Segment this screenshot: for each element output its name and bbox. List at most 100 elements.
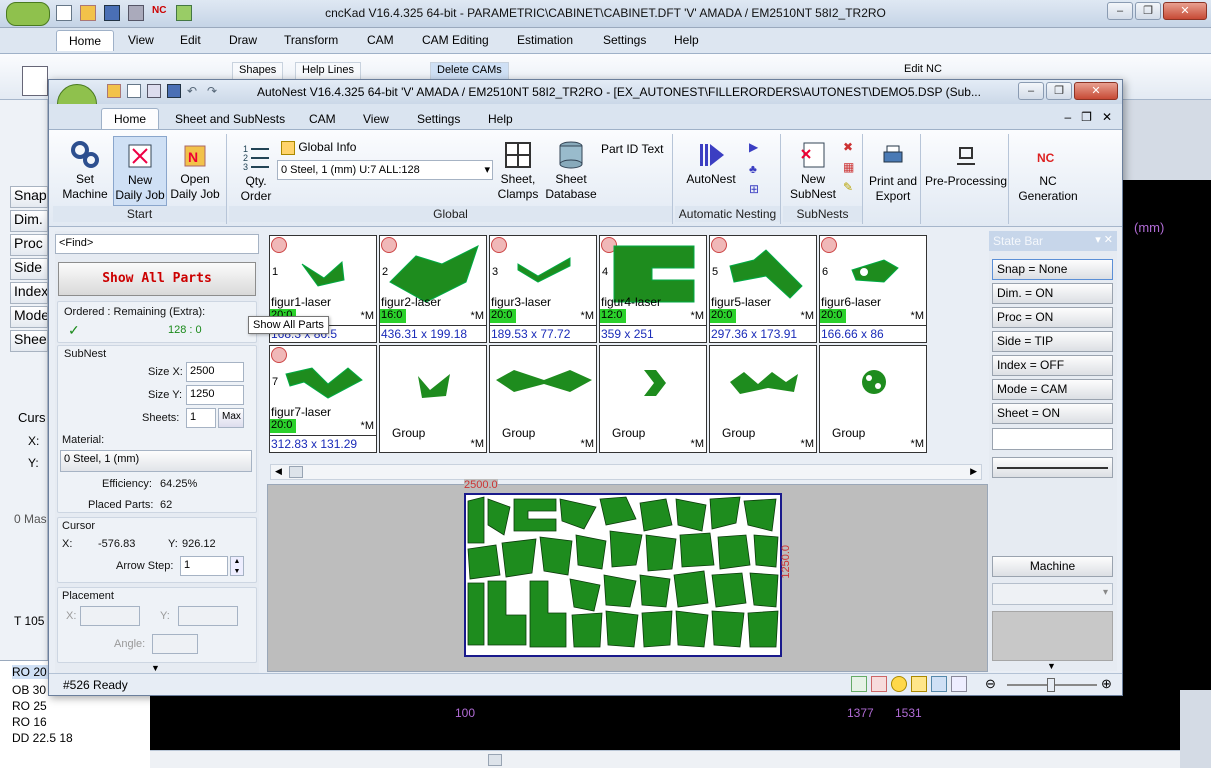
delete-cams-button[interactable]: Delete CAMs	[430, 62, 509, 80]
state-mode-button[interactable]: Mode = CAM	[992, 379, 1113, 400]
part-card[interactable]: 4 figur4-laser 12:0 *M 359 x 251	[599, 235, 707, 343]
part-card[interactable]: 2 figur2-laser 16:0 *M 436.31 x 199.18	[379, 235, 487, 343]
placement-y-input[interactable]	[178, 606, 238, 626]
material-select[interactable]: 0 Steel, 1 (mm) U:7 ALL:128 ▾	[277, 160, 493, 180]
placement-x-input[interactable]	[80, 606, 140, 626]
mdi-restore-icon[interactable]: ❐	[1081, 110, 1092, 124]
new-document-icon[interactable]	[22, 66, 48, 96]
save-icon[interactable]	[167, 84, 181, 98]
close-icon[interactable]: ✕	[1074, 82, 1118, 100]
group-card[interactable]: Group *M	[709, 345, 817, 453]
sheets-input[interactable]: 1	[186, 408, 216, 428]
list-item[interactable]: DD 22.5 18	[12, 731, 73, 745]
state-scroll-down-icon[interactable]: ▼	[1047, 661, 1056, 671]
machine-select[interactable]: ▾	[992, 583, 1113, 605]
zoom-in-icon[interactable]: ⊕	[1101, 676, 1112, 692]
scroll-right-icon[interactable]: ▶	[970, 466, 977, 477]
delete-subnest-icon[interactable]: ✖	[843, 140, 853, 154]
placement-angle-input[interactable]	[152, 634, 198, 654]
pre-processing-button[interactable]: Pre-Processing	[923, 142, 1009, 189]
step-icon[interactable]: ♣	[749, 162, 757, 176]
outer-tab-cam[interactable]: CAM	[367, 33, 394, 47]
restore-icon[interactable]: ❐	[1046, 82, 1072, 100]
undo-icon[interactable]: ↶	[187, 84, 201, 98]
fit-icon[interactable]: ⊞	[749, 182, 759, 196]
list-item[interactable]: RO 25	[12, 699, 47, 713]
outer-tab-help[interactable]: Help	[674, 33, 699, 47]
set-machine-button[interactable]: Set Machine	[57, 140, 113, 202]
state-snap-button[interactable]: Snap = None	[992, 259, 1113, 280]
warning-icon[interactable]	[911, 676, 927, 692]
minimize-icon[interactable]: –	[1107, 2, 1133, 20]
scroll-down-icon[interactable]: ▼	[151, 663, 160, 673]
part-card[interactable]: 6 figur6-laser 20:0 *M 166.66 x 86	[819, 235, 927, 343]
zoom-out-icon[interactable]: ⊖	[985, 676, 996, 692]
size-y-input[interactable]: 1250	[186, 385, 244, 405]
outer-tab-cam-editing[interactable]: CAM Editing	[422, 33, 489, 47]
sheet-clamps-button[interactable]: Sheet, Clamps	[493, 140, 543, 202]
outer-snap-button[interactable]: Snap	[10, 186, 48, 208]
outer-sheet-button[interactable]: Sheet	[10, 330, 48, 352]
face-icon[interactable]	[891, 676, 907, 692]
layers-icon[interactable]	[851, 676, 867, 692]
group-card[interactable]: Group *M	[599, 345, 707, 453]
minimize-icon[interactable]: –	[1018, 82, 1044, 100]
group-card[interactable]: Group *M	[819, 345, 927, 453]
tab-sheet-and-subnests[interactable]: Sheet and SubNests	[175, 112, 285, 126]
open-daily-job-button[interactable]: N Open Daily Job	[167, 140, 223, 202]
tab-settings[interactable]: Settings	[417, 112, 460, 126]
nested-sheet[interactable]	[464, 493, 782, 657]
tab-view[interactable]: View	[363, 112, 389, 126]
calc-icon[interactable]	[871, 676, 887, 692]
outer-horizontal-scrollbar[interactable]	[150, 750, 1180, 768]
tab-help[interactable]: Help	[488, 112, 513, 126]
outer-tab-settings[interactable]: Settings	[603, 33, 646, 47]
nc-generation-button[interactable]: NC NC Generation	[1011, 142, 1085, 204]
part-card[interactable]: 5 figur5-laser 20:0 *M 297.36 x 173.91	[709, 235, 817, 343]
outer-side-button[interactable]: Side	[10, 258, 48, 280]
global-info-button[interactable]: Global Info	[281, 140, 356, 155]
scroll-thumb[interactable]	[488, 754, 502, 766]
max-button[interactable]: Max	[218, 408, 244, 428]
close-icon[interactable]: ✕	[1163, 2, 1207, 20]
part-card[interactable]: 3 figur3-laser 20:0 *M 189.53 x 77.72	[489, 235, 597, 343]
edit-subnest-icon[interactable]: ✎	[843, 180, 853, 194]
outer-tab-home[interactable]: Home	[56, 30, 115, 51]
outer-index-button[interactable]: Index	[10, 282, 48, 304]
zoom-fit-icon[interactable]	[951, 676, 967, 692]
group-card[interactable]: Group *M	[489, 345, 597, 453]
list-item[interactable]: RO 20	[12, 665, 48, 679]
parts-horizontal-scrollbar[interactable]: ◀ ▶	[270, 464, 982, 480]
play-icon[interactable]: ▶	[749, 140, 758, 154]
new-daily-job-button[interactable]: New Daily Job	[113, 136, 167, 206]
outer-tab-draw[interactable]: Draw	[229, 33, 257, 47]
print-preview-icon[interactable]	[147, 84, 161, 98]
scroll-thumb[interactable]	[289, 466, 303, 478]
sheet-view[interactable]: 2500.0 1250.0	[267, 479, 988, 672]
new-subnest-button[interactable]: New SubNest	[785, 140, 841, 202]
help-lines-button[interactable]: Help Lines	[295, 62, 361, 80]
state-color-field[interactable]	[992, 428, 1113, 450]
state-side-button[interactable]: Side = TIP	[992, 331, 1113, 352]
state-sheet-button[interactable]: Sheet = ON	[992, 403, 1113, 424]
qty-order-button[interactable]: 123 Qty. Order	[233, 142, 279, 204]
state-index-button[interactable]: Index = OFF	[992, 355, 1113, 376]
mdi-close-icon[interactable]: ✕	[1102, 110, 1112, 124]
zoom-thumb[interactable]	[1047, 678, 1055, 692]
outer-dim-button[interactable]: Dim.	[10, 210, 48, 232]
list-item[interactable]: RO 16	[12, 715, 47, 729]
tab-cam[interactable]: CAM	[309, 112, 336, 126]
print-and-export-button[interactable]: Print and Export	[865, 142, 921, 204]
autonest-button[interactable]: AutoNest	[681, 140, 741, 187]
material-button[interactable]: 0 Steel, 1 (mm)	[60, 450, 252, 472]
zoom-slider[interactable]	[1007, 678, 1097, 692]
tab-home[interactable]: Home	[101, 108, 160, 129]
state-dim-button[interactable]: Dim. = ON	[992, 283, 1113, 304]
part-card[interactable]: 7 figur7-laser 20:0 *M 312.83 x 131.29	[269, 345, 377, 453]
mdi-minimize-icon[interactable]: –	[1064, 110, 1071, 124]
outer-tab-edit[interactable]: Edit	[180, 33, 201, 47]
arrow-step-spinner[interactable]: ▲ ▼	[230, 556, 244, 576]
shapes-button[interactable]: Shapes	[232, 62, 284, 80]
state-proc-button[interactable]: Proc = ON	[992, 307, 1113, 328]
list-item[interactable]: OB 30	[12, 683, 46, 697]
